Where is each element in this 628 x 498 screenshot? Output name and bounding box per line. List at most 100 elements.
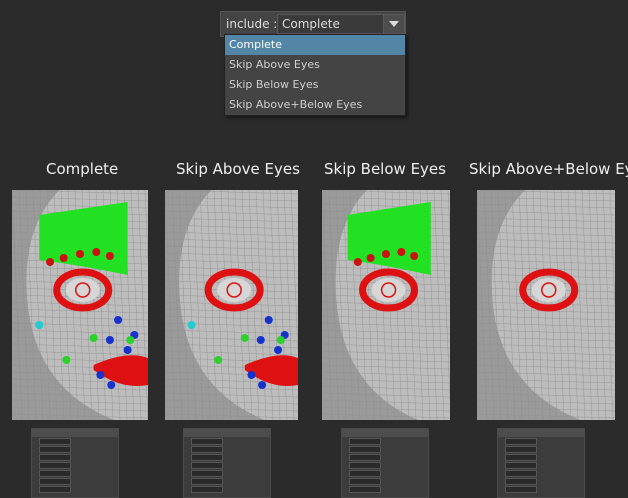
attribute-editor-thumbnail [31, 428, 119, 498]
brow-control-dot [410, 252, 419, 260]
face-control-dot [105, 336, 114, 344]
brow-control-dot [105, 252, 114, 260]
attr-row [184, 469, 270, 477]
face-control-dot [264, 316, 273, 324]
attr-row [32, 485, 118, 493]
attr-row [184, 445, 270, 453]
attr-field[interactable] [349, 469, 381, 477]
panel-title: Skip Below Eyes [324, 160, 446, 178]
attr-field[interactable] [191, 469, 223, 477]
attribute-editor-thumbnail [183, 428, 271, 498]
attr-field[interactable] [191, 453, 223, 461]
brow-control-dot [366, 254, 375, 262]
attr-row [342, 469, 428, 477]
face-control-dot [274, 346, 283, 354]
attr-field[interactable] [505, 453, 537, 461]
attr-field[interactable] [191, 485, 223, 493]
attr-row [498, 477, 584, 485]
attr-row [32, 437, 118, 445]
panel-title: Skip Above+Below Eyes [469, 160, 628, 178]
face-viewport [322, 190, 450, 420]
attr-field[interactable] [349, 485, 381, 493]
attr-row [498, 469, 584, 477]
attr-row [32, 477, 118, 485]
attr-field[interactable] [505, 469, 537, 477]
attr-row [184, 485, 270, 493]
face-control-dot [240, 334, 249, 342]
eyeball [65, 278, 100, 302]
attr-row [498, 485, 584, 493]
attribute-editor-thumbnail [341, 428, 429, 498]
attr-field[interactable] [39, 461, 71, 469]
chevron-down-icon[interactable] [383, 15, 404, 33]
face-control-dot [258, 381, 267, 389]
attr-row [498, 445, 584, 453]
attr-field[interactable] [505, 437, 537, 445]
attr-header [498, 429, 584, 437]
menu-item-skip-above-eyes[interactable]: Skip Above Eyes [225, 55, 405, 75]
attr-row [342, 485, 428, 493]
face-control-dot [62, 356, 71, 364]
face-control-dot [107, 381, 116, 389]
attr-field[interactable] [39, 437, 71, 445]
panel-title: Skip Above Eyes [176, 160, 300, 178]
attr-field[interactable] [505, 445, 537, 453]
menu-item-skip-below-eyes[interactable]: Skip Below Eyes [225, 75, 405, 95]
attr-row [342, 477, 428, 485]
attr-field[interactable] [505, 477, 537, 485]
attr-field[interactable] [505, 461, 537, 469]
attr-row [498, 453, 584, 461]
face-control-dot [35, 321, 44, 329]
include-dropdown[interactable]: Complete [277, 14, 405, 34]
attr-row [342, 445, 428, 453]
attr-row [184, 477, 270, 485]
face-control-dot [126, 336, 135, 344]
attr-row [498, 437, 584, 445]
attr-field[interactable] [349, 445, 381, 453]
face-control-dot [114, 316, 123, 324]
attr-field[interactable] [191, 437, 223, 445]
attr-field[interactable] [191, 461, 223, 469]
attr-row [184, 461, 270, 469]
brow-control-dot [353, 258, 362, 266]
attr-row [184, 437, 270, 445]
eyeball [531, 278, 566, 302]
attr-field[interactable] [191, 477, 223, 485]
brow-control-dot [397, 248, 406, 256]
attr-row [342, 461, 428, 469]
attr-field[interactable] [39, 477, 71, 485]
attr-row [32, 445, 118, 453]
brow-control-dot [382, 250, 390, 258]
attr-field[interactable] [349, 453, 381, 461]
brow-control-dot [46, 258, 55, 266]
eyeball [217, 278, 252, 302]
attr-header [342, 429, 428, 437]
face-control-dot [247, 371, 256, 379]
attr-row [32, 469, 118, 477]
attr-field[interactable] [39, 469, 71, 477]
attr-row [32, 453, 118, 461]
face-control-dot [214, 356, 223, 364]
face-control-dot [123, 346, 132, 354]
face-control-dot [89, 334, 98, 342]
panel-title: Complete [46, 160, 119, 178]
attr-field[interactable] [39, 445, 71, 453]
attr-field[interactable] [39, 453, 71, 461]
attribute-editor-thumbnail [497, 428, 585, 498]
brow-control-dot [76, 250, 84, 258]
face-control-dot [256, 336, 265, 344]
menu-item-complete[interactable]: Complete [225, 35, 405, 55]
attr-field[interactable] [191, 445, 223, 453]
attr-field[interactable] [349, 461, 381, 469]
attr-field[interactable] [505, 485, 537, 493]
attr-row [184, 453, 270, 461]
menu-item-skip-above-below-eyes[interactable]: Skip Above+Below Eyes [225, 95, 405, 115]
face-viewport [165, 190, 298, 420]
attr-field[interactable] [349, 477, 381, 485]
include-label: include : [226, 17, 278, 31]
attr-row [32, 461, 118, 469]
attr-field[interactable] [39, 485, 71, 493]
attr-row [342, 437, 428, 445]
attr-field[interactable] [349, 437, 381, 445]
face-viewport [12, 190, 148, 420]
